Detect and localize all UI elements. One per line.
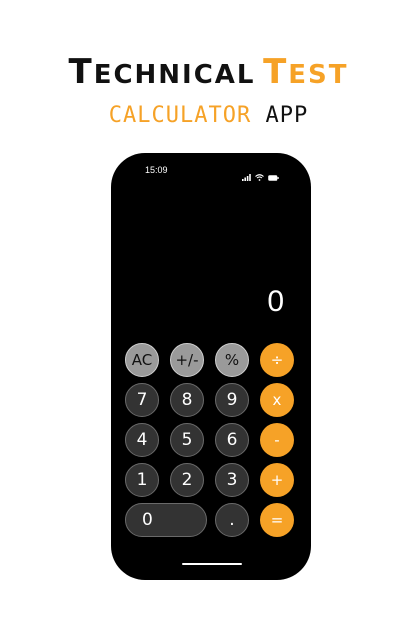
clear-button[interactable]: AC xyxy=(125,343,159,377)
signal-icon xyxy=(242,166,251,185)
digit-8-button[interactable]: 8 xyxy=(170,383,204,417)
multiply-button[interactable]: x xyxy=(260,383,294,417)
subtitle-word-calculator: CALCULATOR xyxy=(108,103,252,128)
status-icons xyxy=(242,166,279,185)
home-indicator[interactable] xyxy=(182,563,242,565)
wifi-icon xyxy=(255,166,264,185)
title-word-technical: Technical xyxy=(68,52,256,92)
subtract-button[interactable]: - xyxy=(260,423,294,457)
title-word-test: Test xyxy=(263,52,349,92)
digit-7-button[interactable]: 7 xyxy=(125,383,159,417)
battery-icon xyxy=(268,166,279,185)
decimal-button[interactable]: . xyxy=(215,503,249,537)
app-title: Technical Test xyxy=(0,52,417,98)
digit-4-button[interactable]: 4 xyxy=(125,423,159,457)
app-subtitle: CALCULATOR APP xyxy=(0,101,417,131)
divide-button[interactable]: ÷ xyxy=(260,343,294,377)
percent-button[interactable]: % xyxy=(215,343,249,377)
status-time: 15:09 xyxy=(145,165,168,175)
digit-9-button[interactable]: 9 xyxy=(215,383,249,417)
add-button[interactable]: + xyxy=(260,463,294,497)
toggle-sign-button[interactable]: +/- xyxy=(170,343,204,377)
phone-frame: 15:09 0 AC +/- % ÷ 7 8 9 x 4 5 6 - 1 2 3… xyxy=(111,153,311,580)
digit-2-button[interactable]: 2 xyxy=(170,463,204,497)
digit-0-button[interactable]: 0 xyxy=(125,503,207,537)
calculator-display: 0 xyxy=(267,285,284,318)
equals-button[interactable]: = xyxy=(260,503,294,537)
digit-1-button[interactable]: 1 xyxy=(125,463,159,497)
digit-3-button[interactable]: 3 xyxy=(215,463,249,497)
subtitle-word-app: APP xyxy=(265,103,309,128)
digit-5-button[interactable]: 5 xyxy=(170,423,204,457)
digit-6-button[interactable]: 6 xyxy=(215,423,249,457)
